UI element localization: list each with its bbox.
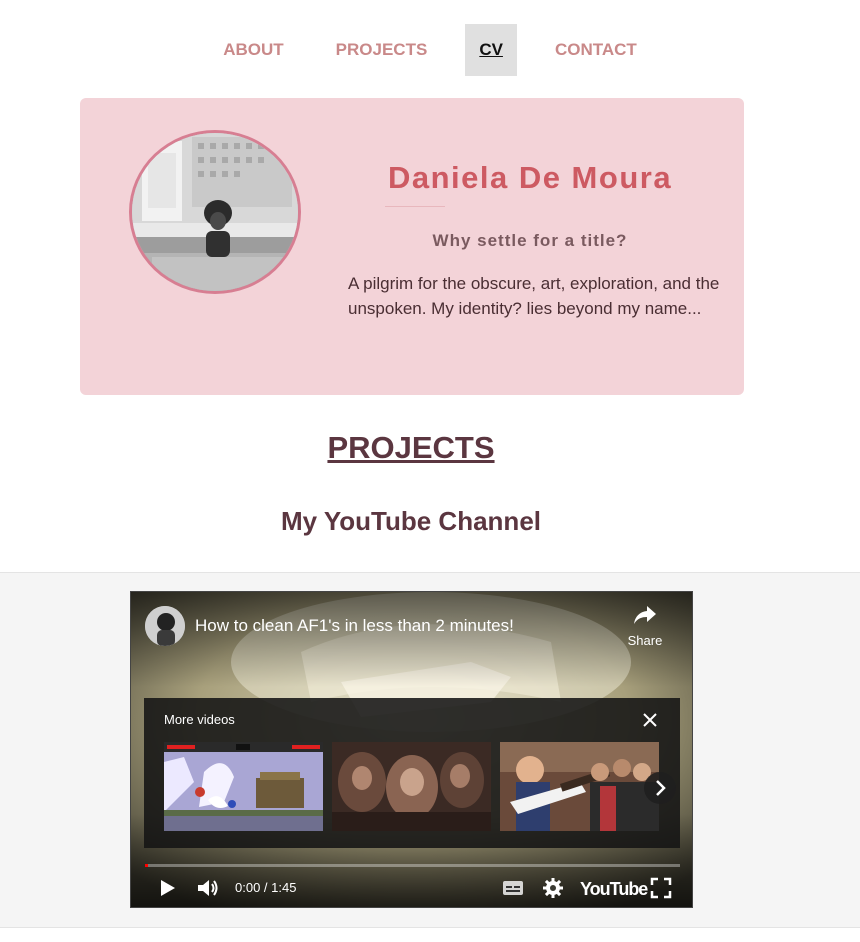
share-icon [634, 606, 656, 624]
captions-icon [503, 881, 523, 895]
profile-bio: A pilgrim for the obscure, art, explorat… [348, 274, 720, 318]
share-label: Share [627, 633, 663, 648]
suggested-video-2[interactable] [332, 742, 491, 831]
more-videos-close-button[interactable] [638, 708, 662, 732]
video-time: 0:00 / 1:45 [235, 880, 297, 895]
share-button[interactable]: Share [619, 604, 671, 648]
video-progress-bar[interactable] [145, 864, 680, 867]
channel-avatar[interactable] [145, 606, 185, 646]
nav-cv[interactable]: CV [465, 24, 517, 76]
profile-avatar [129, 130, 301, 294]
volume-icon [198, 880, 218, 896]
profile-card: Daniela De Moura Why settle for a title?… [80, 98, 744, 395]
more-videos-title: More videos [164, 712, 235, 727]
captions-button[interactable] [501, 876, 525, 900]
profile-name: Daniela De Moura [387, 160, 673, 195]
play-icon [161, 880, 175, 896]
nav-contact[interactable]: CONTACT [541, 24, 651, 76]
fullscreen-icon [650, 877, 672, 899]
youtube-player[interactable]: How to clean AF1's in less than 2 minute… [130, 591, 693, 908]
video-title-link[interactable]: How to clean AF1's in less than 2 minute… [195, 616, 514, 636]
youtube-logo[interactable]: YouTube [580, 879, 648, 900]
nav-about[interactable]: ABOUT [209, 24, 297, 76]
gear-icon [543, 878, 563, 898]
more-videos-next-button[interactable] [644, 772, 676, 804]
play-button[interactable] [155, 876, 179, 900]
profile-tagline: Why settle for a title? [432, 231, 628, 250]
more-videos-panel: More videos [144, 698, 680, 848]
main-nav: ABOUT PROJECTS CV CONTACT [0, 24, 860, 76]
settings-button[interactable] [541, 876, 565, 900]
nav-projects[interactable]: PROJECTS [322, 24, 442, 76]
video-section: How to clean AF1's in less than 2 minute… [0, 572, 860, 928]
fullscreen-button[interactable] [649, 876, 673, 900]
youtube-channel-heading: My YouTube Channel [280, 506, 541, 536]
suggested-video-3[interactable] [500, 742, 659, 831]
close-icon [643, 713, 657, 727]
name-divider [385, 206, 445, 207]
volume-button[interactable] [195, 876, 221, 900]
suggested-video-1[interactable] [164, 742, 323, 831]
chevron-right-icon [656, 780, 666, 796]
video-progress-fill [145, 864, 148, 867]
projects-heading: PROJECTS [327, 430, 495, 465]
